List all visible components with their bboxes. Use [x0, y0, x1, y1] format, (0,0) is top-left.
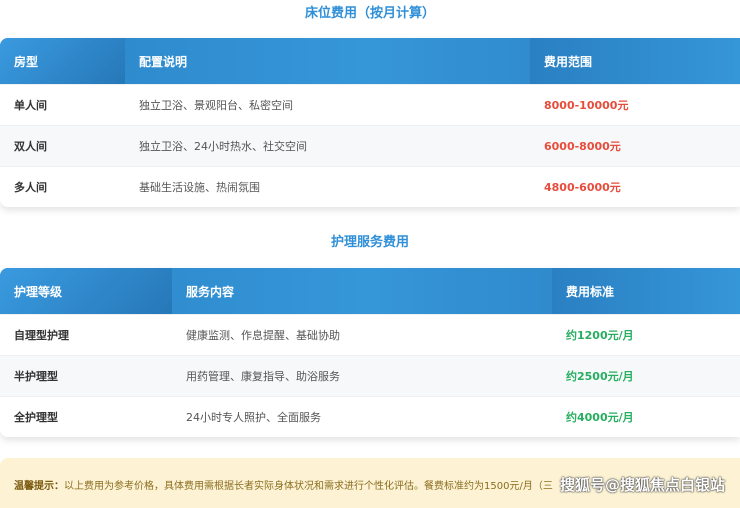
care-level: 半护理型: [14, 370, 58, 383]
room-type: 双人间: [14, 140, 47, 153]
notice-text: 以上费用为参考价格，具体费用需根据长者实际身体状况和需求进行个性化评估。餐费标准…: [64, 481, 553, 492]
header-service: 服务内容: [186, 284, 235, 299]
header-care-level: 护理等级: [0, 268, 172, 314]
care-service: 24小时专人照护、全面服务: [186, 411, 321, 424]
watermark: 搜狐号@搜狐焦点白银站: [560, 476, 726, 494]
care-service: 用药管理、康复指导、助浴服务: [186, 370, 340, 383]
care-price: 约4000元/月: [566, 411, 634, 424]
header-room-type: 房型: [0, 38, 125, 84]
room-config: 独立卫浴、24小时热水、社交空间: [139, 140, 307, 153]
care-fee-title: 护理服务费用: [330, 235, 409, 250]
table-row: 多人间 基础生活设施、热闹氛围 4800-6000元: [0, 166, 740, 207]
header-fee-range: 费用范围: [530, 38, 740, 84]
header-config: 配置说明: [139, 54, 188, 69]
table-header: 护理等级 服务内容 费用标准: [0, 268, 740, 314]
care-fee-table: 护理等级 服务内容 费用标准 自理型护理 健康监测、作息提醒、基础协助 约1200元…: [0, 268, 740, 437]
bed-fee-title: 床位费用（按月计算）: [304, 6, 435, 21]
bed-fee-table: 房型 配置说明 费用范围 单人间 独立卫浴、景观阳台、私密空间 8000-10000…: [0, 38, 740, 207]
header-fee-standard: 费用标准: [552, 268, 740, 314]
table-body: 自理型护理 健康监测、作息提醒、基础协助 约1200元/月 半护理型 用药管理、康复指…: [0, 314, 740, 437]
care-service: 健康监测、作息提醒、基础协助: [186, 329, 340, 342]
care-level: 自理型护理: [14, 329, 69, 342]
room-price: 6000-8000元: [544, 140, 621, 153]
table-row: 自理型护理 健康监测、作息提醒、基础协助 约1200元/月: [0, 314, 740, 355]
room-price: 4800-6000元: [544, 181, 621, 194]
table-row: 单人间 独立卫浴、景观阳台、私密空间 8000-10000元: [0, 84, 740, 125]
room-config: 基础生活设施、热闹氛围: [139, 181, 260, 194]
table-body: 单人间 独立卫浴、景观阳台、私密空间 8000-10000元 双人间 独立卫浴、24小…: [0, 84, 740, 207]
care-price: 约2500元/月: [566, 370, 634, 383]
table-row: 半护理型 用药管理、康复指导、助浴服务 约2500元/月: [0, 355, 740, 396]
table-row: 全护理型 24小时专人照护、全面服务 约4000元/月: [0, 396, 740, 437]
table-row: 双人间 独立卫浴、24小时热水、社交空间 6000-8000元: [0, 125, 740, 166]
table-header: 房型 配置说明 费用范围: [0, 38, 740, 84]
care-level: 全护理型: [14, 411, 58, 424]
room-type: 单人间: [14, 99, 47, 112]
notice-label: 温馨提示：: [14, 481, 64, 492]
room-config: 独立卫浴、景观阳台、私密空间: [139, 99, 293, 112]
room-price: 8000-10000元: [544, 99, 629, 112]
care-price: 约1200元/月: [566, 329, 634, 342]
room-type: 多人间: [14, 181, 47, 194]
